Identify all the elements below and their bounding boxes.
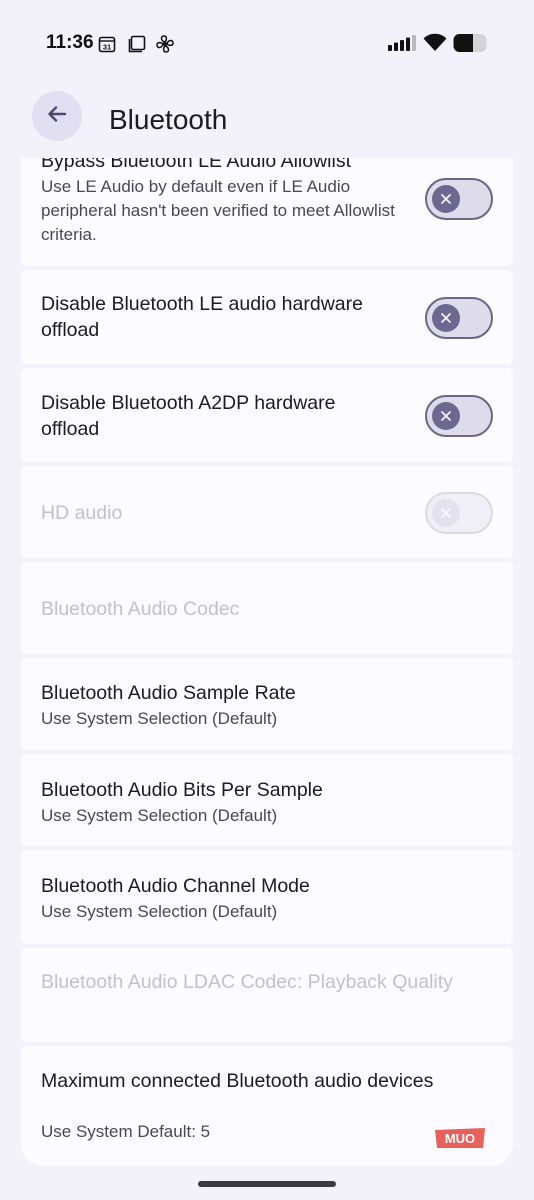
toggle-switch[interactable] bbox=[425, 178, 493, 220]
signal-icon bbox=[388, 35, 418, 56]
status-time: 11:36 bbox=[46, 32, 94, 53]
setting-summary: Use System Selection (Default) bbox=[41, 902, 278, 921]
setting-disable-le-audio-offload[interactable]: Disable Bluetooth LE audio hardware offl… bbox=[21, 270, 513, 364]
setting-ldac-playback-quality: Bluetooth Audio LDAC Codec: Playback Qua… bbox=[21, 948, 513, 1042]
close-icon bbox=[432, 304, 460, 332]
page-title: Bluetooth bbox=[109, 104, 228, 135]
setting-title: Bluetooth Audio Sample Rate bbox=[41, 682, 296, 704]
setting-title: Disable Bluetooth A2DP hardware offload bbox=[41, 392, 336, 440]
setting-audio-channel-mode[interactable]: Bluetooth Audio Channel Mode Use System … bbox=[21, 850, 513, 944]
setting-summary: Use LE Audio by default even if LE Audio… bbox=[41, 177, 395, 244]
setting-title: HD audio bbox=[41, 502, 123, 524]
setting-hd-audio: HD audio bbox=[21, 466, 513, 558]
toggle-switch bbox=[425, 492, 493, 534]
setting-title: Bypass Bluetooth LE Audio Allowlist bbox=[41, 158, 352, 172]
setting-title: Bluetooth Audio Bits Per Sample bbox=[41, 779, 323, 801]
watermark-text: MUO bbox=[445, 1131, 475, 1146]
close-icon bbox=[432, 402, 460, 430]
screenshot-icon bbox=[128, 35, 146, 58]
calendar-icon: 31 bbox=[98, 35, 116, 58]
setting-audio-sample-rate[interactable]: Bluetooth Audio Sample Rate Use System S… bbox=[21, 658, 513, 750]
muo-watermark-logo: MUO bbox=[433, 1126, 487, 1150]
fan-icon bbox=[155, 34, 175, 59]
setting-audio-codec: Bluetooth Audio Codec bbox=[21, 562, 513, 654]
setting-title: Maximum connected Bluetooth audio device… bbox=[41, 1070, 434, 1092]
setting-title: Bluetooth Audio LDAC Codec: Playback Qua… bbox=[41, 971, 453, 993]
setting-title: Bluetooth Audio Channel Mode bbox=[41, 875, 310, 897]
app-bar: Bluetooth bbox=[0, 90, 534, 156]
status-bar: 11:36 31 bbox=[0, 0, 534, 90]
setting-summary: Use System Default: 5 bbox=[41, 1122, 211, 1141]
setting-title: Disable Bluetooth LE audio hardware offl… bbox=[41, 293, 363, 341]
setting-audio-bits-per-sample[interactable]: Bluetooth Audio Bits Per Sample Use Syst… bbox=[21, 754, 513, 846]
arrow-back-icon bbox=[45, 102, 69, 131]
setting-bypass-le-audio-allowlist[interactable]: Bypass Bluetooth LE Audio Allowlist Use … bbox=[21, 158, 513, 266]
battery-icon bbox=[453, 33, 489, 58]
setting-disable-a2dp-offload[interactable]: Disable Bluetooth A2DP hardware offload bbox=[21, 368, 513, 462]
close-icon bbox=[432, 185, 460, 213]
gesture-nav-handle[interactable] bbox=[198, 1181, 336, 1187]
settings-list[interactable]: Bypass Bluetooth LE Audio Allowlist Use … bbox=[21, 158, 513, 1166]
back-button[interactable] bbox=[32, 91, 82, 141]
toggle-switch[interactable] bbox=[425, 395, 493, 437]
calendar-day: 31 bbox=[103, 43, 111, 52]
setting-summary: Use System Selection (Default) bbox=[41, 806, 278, 825]
close-icon bbox=[432, 499, 460, 527]
wifi-icon bbox=[423, 33, 447, 57]
toggle-switch[interactable] bbox=[425, 297, 493, 339]
setting-title: Bluetooth Audio Codec bbox=[41, 598, 240, 620]
setting-summary: Use System Selection (Default) bbox=[41, 709, 278, 728]
